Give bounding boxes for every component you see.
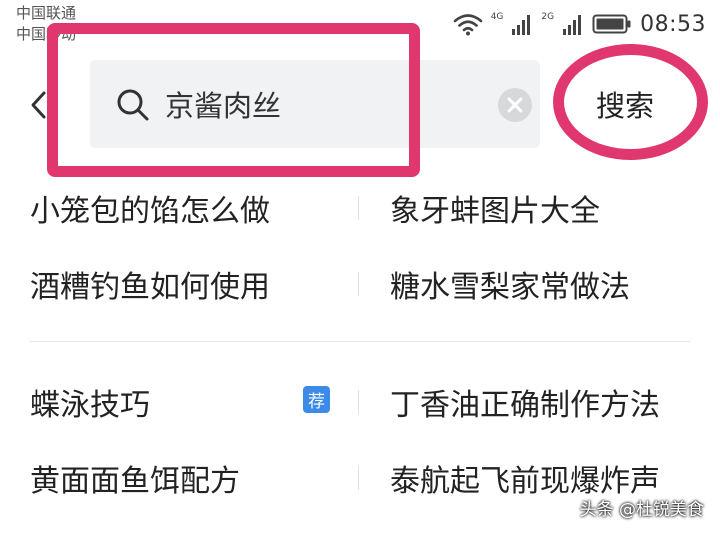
suggestion-item[interactable]: 象牙蚌图片大全 [390,170,700,246]
suggestion-row: 小笼包的馅怎么做 象牙蚌图片大全 [0,170,720,246]
suggestion-item[interactable]: 蝶泳技巧 [30,364,350,440]
column-divider [358,272,359,296]
wifi-icon [453,14,482,36]
search-bar[interactable] [90,60,540,148]
column-divider [358,466,359,490]
signal-strength-icon-2 [563,15,582,35]
status-clock: 08:53 [640,11,706,37]
suggestion-item[interactable]: 黄面面鱼饵配方 [30,440,350,516]
column-divider [358,390,359,414]
network-type-label-2: 2G [541,12,555,22]
clear-input-icon[interactable] [498,88,532,122]
search-icon [117,89,149,121]
suggestion-item[interactable]: 糖水雪梨家常做法 [390,246,700,322]
network-type-label-1: 4G [490,12,504,22]
carrier-label-secondary: 中国移动 [16,25,77,43]
watermark: 头条 @杜锐美食 [579,500,704,520]
carrier-label-primary: 中国联通 [16,4,77,22]
search-input[interactable] [165,80,485,128]
suggestion-item[interactable]: 丁香油正确制作方法 [390,364,700,440]
group-divider [30,341,690,342]
status-indicators: 4G 2G 08:53 [453,10,706,38]
search-header: 搜索 [0,48,720,168]
back-arrow-icon[interactable] [28,90,50,120]
battery-icon [592,14,631,34]
suggestion-row: 蝶泳技巧 荐 丁香油正确制作方法 [0,364,720,440]
status-bar: 中国联通 中国移动 4G 2G 08:53 [0,0,720,48]
suggestion-item[interactable]: 酒糟钓鱼如何使用 [30,246,350,322]
suggestion-item[interactable]: 小笼包的馅怎么做 [30,170,350,246]
column-divider [358,196,359,220]
signal-strength-icon-1 [512,15,531,35]
search-button[interactable]: 搜索 [570,66,680,142]
recommended-badge: 荐 [303,386,330,413]
suggestion-row: 酒糟钓鱼如何使用 糖水雪梨家常做法 [0,246,720,322]
